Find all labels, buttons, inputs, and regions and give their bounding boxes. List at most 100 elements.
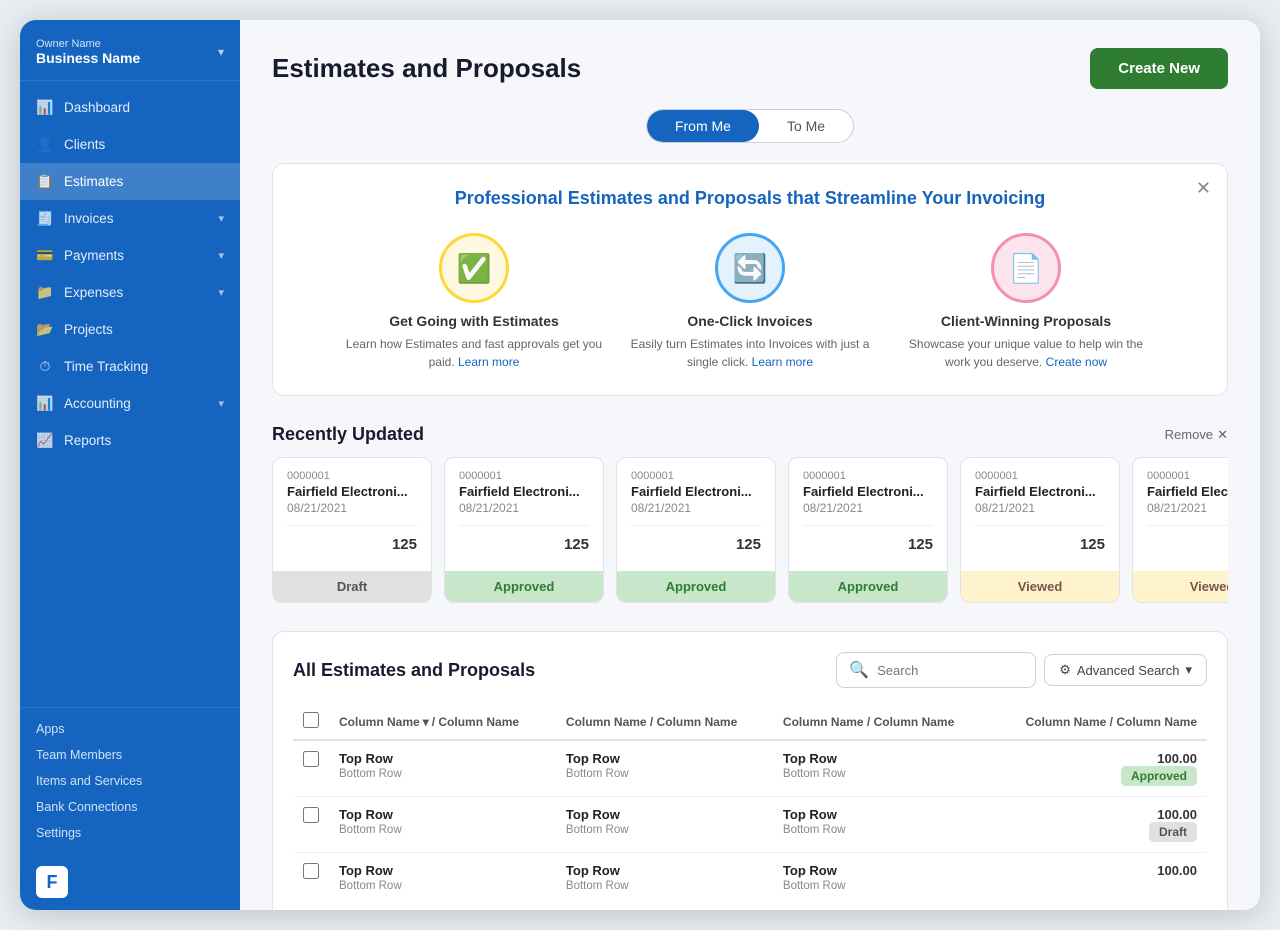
estimates-icon: ✅ [439,233,509,303]
sec-item-team-members[interactable]: Team Members [36,742,224,768]
sort-icon: ▾ [423,715,429,729]
time-tracking-icon: ⏱ [36,358,54,375]
row-checkbox[interactable] [303,751,319,767]
card-company: Fairfield Electroni... [803,484,933,499]
accounting-icon: 📊 [36,395,54,412]
row-col3: Top RowBottom Row [773,797,990,853]
main-content: Estimates and Proposals Create New From … [240,20,1260,910]
sidebar-item-reports[interactable]: 📈 Reports [20,422,240,459]
row-amount: 100.00 Draft [990,797,1207,853]
recently-updated-header: Recently Updated Remove ✕ [272,424,1228,445]
sidebar-item-estimates[interactable]: 📋 Estimates [20,163,240,200]
dashboard-icon: 📊 [36,99,54,116]
estimate-card[interactable]: 0000001 Fairfield Electroni... 08/21/202… [444,457,604,603]
sidebar-label-clients: Clients [64,137,105,152]
row-check[interactable] [293,740,329,797]
cards-row: 0000001 Fairfield Electroni... 08/21/202… [272,457,1228,603]
promo-col1-link[interactable]: Learn more [458,355,519,369]
sidebar-secondary: AppsTeam MembersItems and ServicesBank C… [20,707,240,854]
sec-item-items-and-services[interactable]: Items and Services [36,768,224,794]
estimate-card[interactable]: 0000001 Fairfield Electroni... 08/21/202… [272,457,432,603]
promo-banner: ✕ Professional Estimates and Proposals t… [272,163,1228,396]
search-input[interactable] [877,663,1017,678]
sidebar-label-dashboard: Dashboard [64,100,130,115]
all-estimates-section: All Estimates and Proposals 🔍 ⚙ Advanced… [272,631,1228,910]
promo-col-proposals: 📄 Client-Winning Proposals Showcase your… [896,233,1156,371]
remove-button[interactable]: Remove ✕ [1165,427,1228,443]
estimate-card[interactable]: 0000001 Fairfield Electroni... 08/21/202… [960,457,1120,603]
sidebar-item-dashboard[interactable]: 📊 Dashboard [20,89,240,126]
sidebar-item-invoices[interactable]: 🧾 Invoices ▾ [20,200,240,237]
table-row: Top RowBottom Row Top RowBottom Row Top … [293,740,1207,797]
search-row: 🔍 ⚙ Advanced Search ▾ [836,652,1207,688]
row-check[interactable] [293,797,329,853]
card-date: 08/21/2021 [631,501,761,515]
promo-col1-desc: Learn how Estimates and fast approvals g… [344,335,604,371]
row-amount: 100.00 [990,853,1207,903]
reports-icon: 📈 [36,432,54,449]
sidebar-label-expenses: Expenses [64,285,123,300]
select-all-checkbox[interactable] [303,712,319,728]
card-date: 08/21/2021 [459,501,589,515]
row-checkbox[interactable] [303,863,319,879]
page-title: Estimates and Proposals [272,53,581,84]
table-wrap: Column Name ▾ / Column Name Column Name … [293,704,1207,902]
sidebar-item-projects[interactable]: 📂 Projects [20,311,240,348]
sec-item-apps[interactable]: Apps [36,716,224,742]
sidebar-item-time-tracking[interactable]: ⏱ Time Tracking [20,348,240,385]
card-number: 0000001 [287,470,417,482]
sidebar-item-payments[interactable]: 💳 Payments ▾ [20,237,240,274]
tab-from-me[interactable]: From Me [647,110,759,142]
create-new-button[interactable]: Create New [1090,48,1228,89]
promo-col3-title: Client-Winning Proposals [941,313,1111,329]
promo-col1-title: Get Going with Estimates [389,313,559,329]
promo-col2-title: One-Click Invoices [687,313,812,329]
sec-item-bank-connections[interactable]: Bank Connections [36,794,224,820]
card-amount: 125 [631,534,761,561]
promo-col3-link[interactable]: Create now [1046,355,1107,369]
row-col2: Top RowBottom Row [556,853,773,903]
card-company: Fairfield Electroni... [459,484,589,499]
chevron-icon: ▾ [218,212,224,225]
sidebar-item-expenses[interactable]: 📁 Expenses ▾ [20,274,240,311]
card-company: Fairfield Electroni... [631,484,761,499]
estimate-card[interactable]: 0000001 Fairfield Electroni... 08/21/202… [1132,457,1228,603]
chevron-icon: ▾ [218,249,224,262]
promo-title: Professional Estimates and Proposals tha… [305,188,1195,209]
recently-updated-title: Recently Updated [272,424,424,445]
card-status: Viewed [961,571,1119,602]
card-number: 0000001 [459,470,589,482]
promo-col-invoices: 🔄 One-Click Invoices Easily turn Estimat… [620,233,880,371]
tab-to-me[interactable]: To Me [759,110,853,142]
sec-item-settings[interactable]: Settings [36,820,224,846]
promo-col-estimates: ✅ Get Going with Estimates Learn how Est… [344,233,604,371]
sidebar-logo: F [20,854,240,910]
row-col3: Top RowBottom Row [773,740,990,797]
promo-col2-link[interactable]: Learn more [752,355,813,369]
sidebar-item-accounting[interactable]: 📊 Accounting ▾ [20,385,240,422]
all-estimates-header: All Estimates and Proposals 🔍 ⚙ Advanced… [293,652,1207,688]
promo-close-button[interactable]: ✕ [1196,178,1211,199]
row-col1: Top RowBottom Row [329,740,556,797]
row-col1: Top RowBottom Row [329,853,556,903]
sidebar-nav: 📊 Dashboard 👤 Clients 📋 Estimates 🧾 Invo… [20,81,240,707]
estimates-table: Column Name ▾ / Column Name Column Name … [293,704,1207,902]
sidebar-item-clients[interactable]: 👤 Clients [20,126,240,163]
estimate-card[interactable]: 0000001 Fairfield Electroni... 08/21/202… [788,457,948,603]
col-head-1[interactable]: Column Name ▾ / Column Name [329,704,556,740]
card-status: Viewed [1133,571,1228,602]
sidebar-label-projects: Projects [64,322,113,337]
search-box: 🔍 [836,652,1036,688]
row-col2: Top RowBottom Row [556,797,773,853]
estimate-card[interactable]: 0000001 Fairfield Electroni... 08/21/202… [616,457,776,603]
chevron-icon: ▾ [218,397,224,410]
brand-section[interactable]: Owner Name Business Name ▾ [20,20,240,81]
sidebar-label-invoices: Invoices [64,211,114,226]
sidebar-label-reports: Reports [64,433,111,448]
advanced-search-button[interactable]: ⚙ Advanced Search ▾ [1044,654,1207,686]
sidebar-label-accounting: Accounting [64,396,131,411]
tabs-row: From Me To Me [272,109,1228,143]
row-check[interactable] [293,853,329,903]
card-status: Draft [273,571,431,602]
row-checkbox[interactable] [303,807,319,823]
